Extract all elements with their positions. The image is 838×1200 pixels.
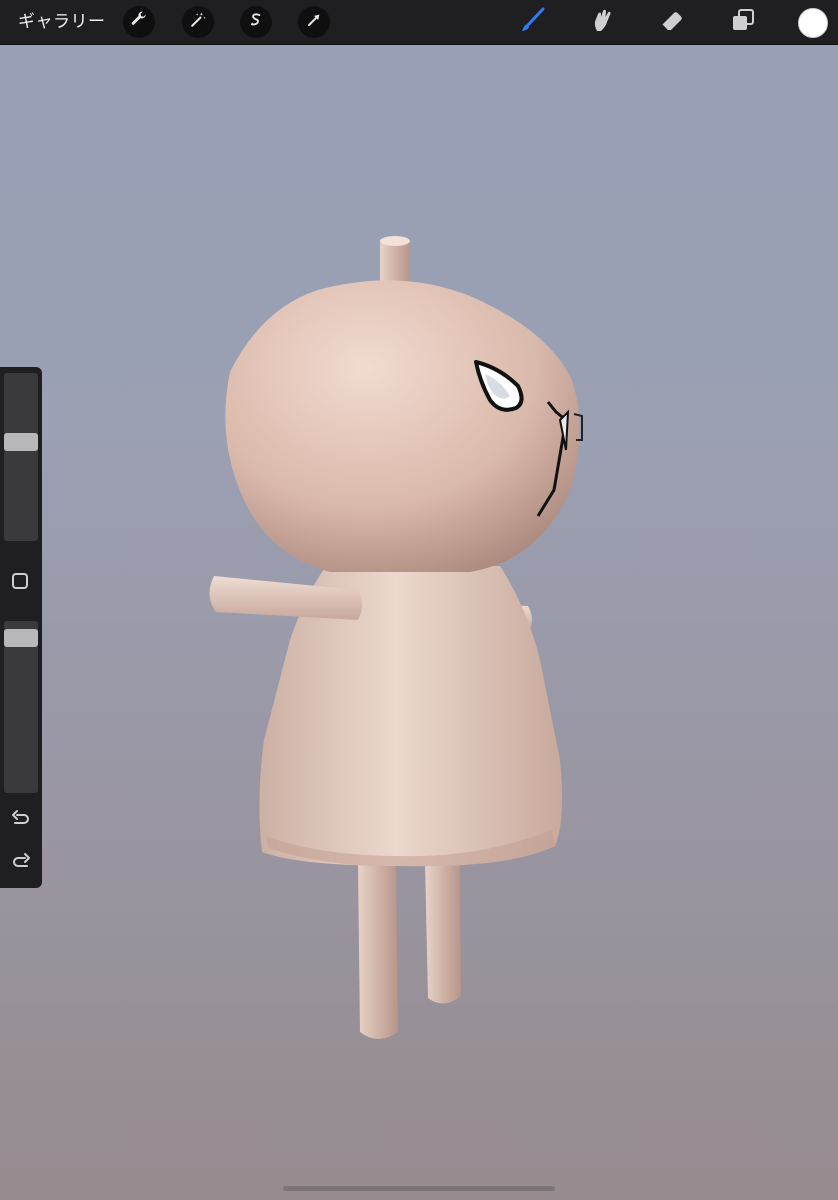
wrench-icon (129, 10, 149, 35)
layers-button[interactable] (727, 6, 759, 38)
adjustments-button[interactable] (182, 6, 214, 38)
right-leg (425, 862, 461, 1004)
transform-button[interactable] (298, 6, 330, 38)
top-toolbar: ギャラリー (0, 0, 838, 45)
actions-wrench-button[interactable] (123, 6, 155, 38)
smudge-icon (588, 6, 616, 39)
3d-canvas[interactable] (0, 44, 838, 1200)
gallery-button[interactable]: ギャラリー (18, 0, 106, 44)
brush-tool-button[interactable] (517, 6, 549, 38)
3d-model-figure[interactable] (0, 44, 838, 1200)
eraser-icon (658, 6, 686, 39)
selection-button[interactable] (240, 6, 272, 38)
brush-icon (519, 6, 547, 39)
smudge-tool-button[interactable] (586, 6, 618, 38)
transform-arrow-icon (304, 10, 324, 35)
layers-icon (729, 6, 757, 39)
color-picker-button[interactable] (798, 8, 828, 38)
selection-icon (246, 10, 266, 35)
head (225, 280, 580, 572)
home-indicator (283, 1186, 555, 1191)
eraser-tool-button[interactable] (656, 6, 688, 38)
antenna-top (380, 236, 410, 246)
left-leg (358, 862, 398, 1039)
magic-wand-icon (188, 10, 208, 35)
